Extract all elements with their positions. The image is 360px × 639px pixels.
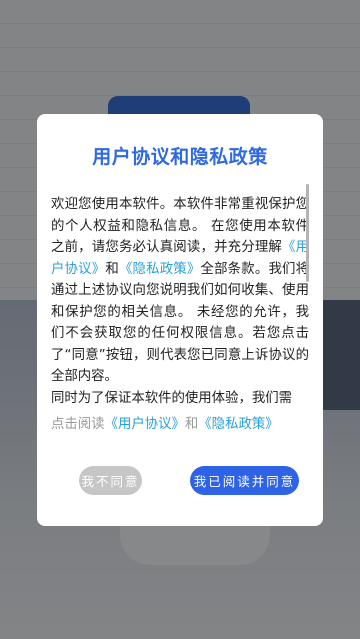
footer-prefix: 点击阅读: [51, 417, 105, 432]
disagree-button[interactable]: 我不同意: [79, 466, 142, 495]
body-paragraph-2: 全部条款。我们将通过上述协议向您说明我们如何收集、使用和保护您的相关信息。 未经…: [51, 261, 309, 385]
agreement-dialog: 用户协议和隐私政策 欢迎您使用本软件。本软件非常重视保护您的个人权益和隐私信息。…: [37, 114, 323, 526]
footer-read-links: 点击阅读《用户协议》和《隐私政策》: [51, 412, 279, 432]
footer-privacy-policy-link[interactable]: 《隐私政策》: [198, 417, 278, 432]
privacy-policy-link[interactable]: 《隐私政策》: [119, 262, 201, 277]
screen: 用户协议和隐私政策 欢迎您使用本软件。本软件非常重视保护您的个人权益和隐私信息。…: [0, 0, 360, 639]
agree-button[interactable]: 我已阅读并同意: [190, 466, 299, 495]
footer-user-agreement-link[interactable]: 《用户协议》: [105, 417, 185, 432]
agreement-body: 欢迎您使用本软件。本软件非常重视保护您的个人权益和隐私信息。 在您使用本软件之前…: [51, 194, 309, 409]
dialog-title: 用户协议和隐私政策: [92, 146, 268, 168]
scrollbar-thumb[interactable]: [306, 184, 309, 282]
body-paragraph-1: 欢迎您使用本软件。本软件非常重视保护您的个人权益和隐私信息。 在您使用本软件之前…: [51, 197, 309, 255]
footer-and: 和: [184, 417, 199, 432]
body-paragraph-3: 同时为了保证本软件的使用体验，我们需: [51, 390, 293, 406]
body-and: 和: [105, 261, 119, 277]
agreement-content-scroll[interactable]: 欢迎您使用本软件。本软件非常重视保护您的个人权益和隐私信息。 在您使用本软件之前…: [51, 194, 309, 487]
